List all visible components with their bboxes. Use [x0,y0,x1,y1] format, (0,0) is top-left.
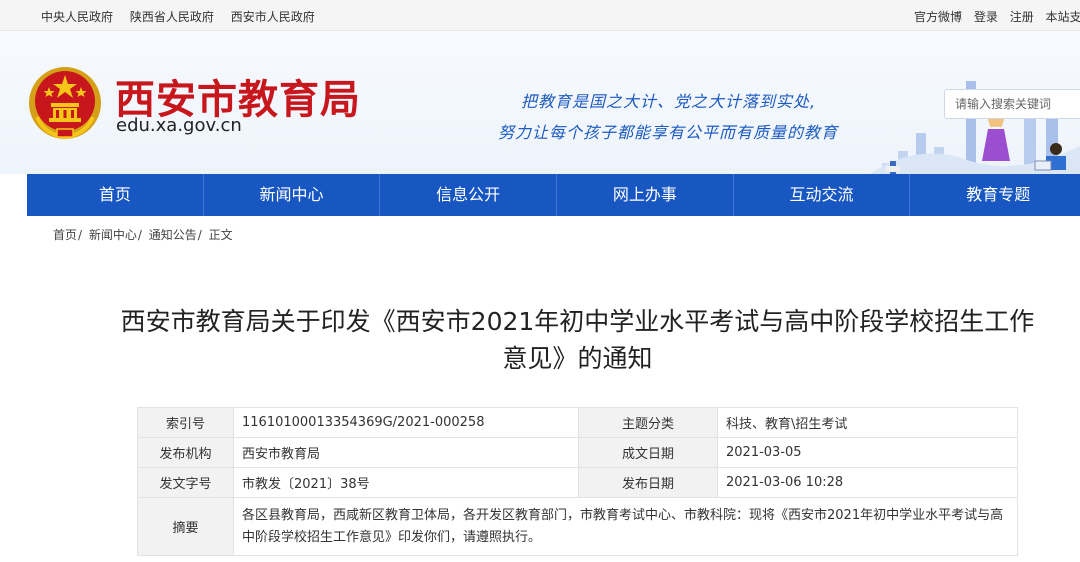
breadcrumb-home[interactable]: 首页 [53,228,77,242]
index-label: 索引号 [137,407,234,438]
table-row: 发文字号 市教发〔2021〕38号 发布日期 2021-03-06 10:28 [137,467,1018,498]
link-login[interactable]: 登录 [974,10,998,24]
slogan-line-1: 把教育是国之大计、党之大计落到实处, [521,92,817,111]
slogan-line-2: 努力让每个孩子都能享有公平而有质量的教育 [498,123,839,142]
breadcrumb-separator: / [78,228,83,242]
breadcrumb-notices[interactable]: 通知公告 [149,228,197,242]
link-weibo[interactable]: 官方微博 [914,10,962,24]
index-value: 11610100013354369G/2021-000258 [233,407,579,438]
link-central-gov[interactable]: 中央人民政府 [41,10,113,24]
site-url: edu.xa.gov.cn [116,115,242,136]
site-header: 西安市教育局 edu.xa.gov.cn 把教育是国之大计、党之大计落到实处, … [0,31,1080,174]
doc-number-value: 市教发〔2021〕38号 [233,467,579,498]
nav-item-education-topics[interactable]: 教育专题 [910,174,1080,216]
link-xian-gov[interactable]: 西安市人民政府 [231,10,315,24]
breadcrumb-news[interactable]: 新闻中心 [89,228,137,242]
document-meta-table: 索引号 11610100013354369G/2021-000258 主题分类 … [137,407,1018,556]
summary-label: 摘要 [137,497,234,556]
search-input[interactable] [944,89,1080,119]
published-date-value: 2021-03-06 10:28 [717,467,1018,498]
user-links: 官方微博 登录 注册 本站支 [914,8,1080,25]
main-nav: 首页 新闻中心 信息公开 网上办事 互动交流 教育专题 [27,174,1080,216]
created-date-label: 成文日期 [578,437,718,468]
link-register[interactable]: 注册 [1010,10,1034,24]
breadcrumb-current: 正文 [208,228,233,242]
link-shaanxi-gov[interactable]: 陕西省人民政府 [130,10,214,24]
topic-value: 科技、教育\招生考试 [717,407,1018,438]
created-date-value: 2021-03-05 [717,437,1018,468]
link-site-support[interactable]: 本站支 [1046,10,1080,24]
nav-item-online-services[interactable]: 网上办事 [557,174,734,216]
top-bar: 中央人民政府 陕西省人民政府 西安市人民政府 官方微博 登录 注册 本站支 [0,0,1080,31]
table-row: 索引号 11610100013354369G/2021-000258 主题分类 … [137,407,1018,438]
summary-value: 各区县教育局，西咸新区教育卫体局，各开发区教育部门，市教育考试中心、市教科院：现… [233,497,1018,556]
nav-item-info-disclosure[interactable]: 信息公开 [380,174,558,216]
published-date-label: 发布日期 [578,467,718,498]
breadcrumb: 首页/ 新闻中心/ 通知公告/ 正文 [53,226,233,243]
gov-links: 中央人民政府 陕西省人民政府 西安市人民政府 [41,8,328,25]
table-row: 发布机构 西安市教育局 成文日期 2021-03-05 [137,437,1018,468]
nav-item-interaction[interactable]: 互动交流 [734,174,911,216]
article-title: 西安市教育局关于印发《西安市2021年初中学业水平考试与高中阶段学校招生工作意见… [120,307,1035,373]
nav-item-news[interactable]: 新闻中心 [204,174,381,216]
doc-number-label: 发文字号 [137,467,234,498]
breadcrumb-separator: / [137,228,142,242]
issuer-label: 发布机构 [137,437,234,468]
topic-label: 主题分类 [578,407,718,438]
national-emblem-icon [29,67,101,140]
nav-item-home[interactable]: 首页 [27,174,204,216]
table-row: 摘要 各区县教育局，西咸新区教育卫体局，各开发区教育部门，市教育考试中心、市教科… [137,497,1018,556]
issuer-value: 西安市教育局 [233,437,579,468]
breadcrumb-separator: / [197,228,202,242]
